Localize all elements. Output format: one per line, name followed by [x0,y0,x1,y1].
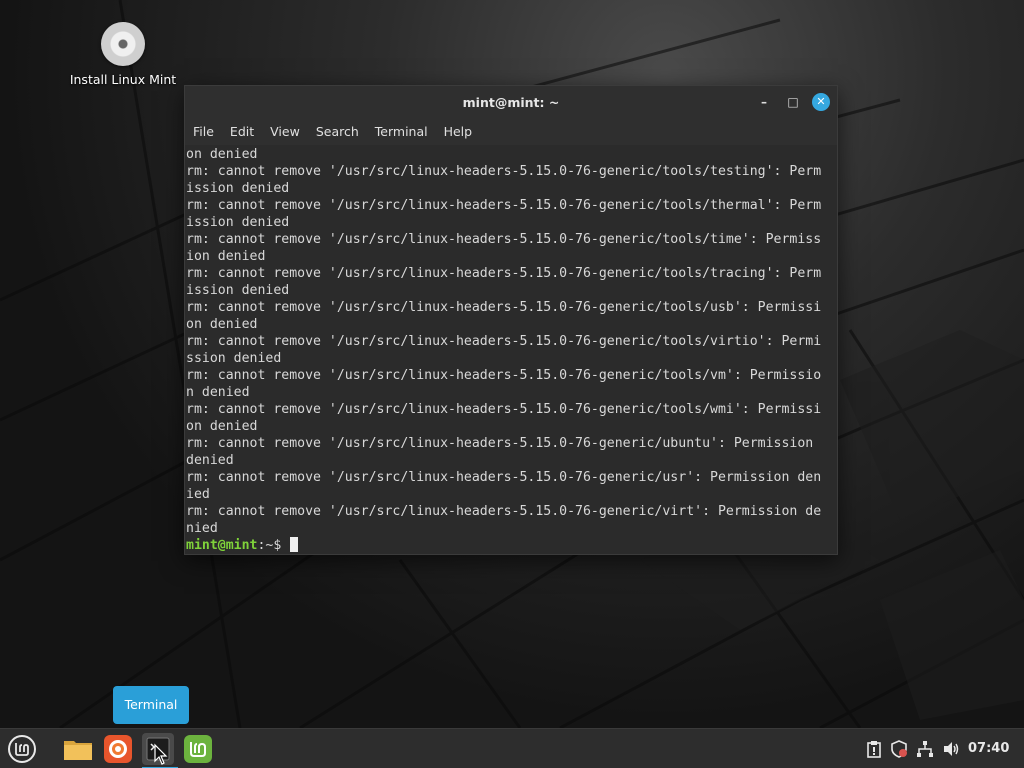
terminal-output[interactable]: on denied rm: cannot remove '/usr/src/lin… [185,145,837,554]
output-line: n denied [186,385,250,400]
desktop-icon-install-linux-mint[interactable]: Install Linux Mint [62,22,184,87]
output-line: rm: cannot remove '/usr/src/linux-header… [186,368,822,383]
output-line: rm: cannot remove '/usr/src/linux-header… [186,232,822,247]
output-line: ion denied [186,249,266,264]
menubar: File Edit View Search Terminal Help [185,118,837,145]
network-icon[interactable] [916,740,934,758]
files-launcher[interactable] [62,733,94,765]
output-line: ission denied [186,283,290,298]
output-line: on denied [186,317,258,332]
firefox-launcher[interactable] [102,733,134,765]
clock[interactable]: 07:40 [968,729,1009,768]
prompt-line[interactable]: mint@mint:~$ [186,537,837,554]
close-button[interactable]: ✕ [812,93,830,111]
terminal-icon [146,737,170,765]
output-line: rm: cannot remove '/usr/src/linux-header… [186,470,822,485]
output-line: rm: cannot remove '/usr/src/linux-header… [186,504,822,519]
clipboard-icon[interactable] [865,740,883,758]
menu-view[interactable]: View [270,124,300,139]
output-line: nied [186,521,218,536]
output-line: rm: cannot remove '/usr/src/linux-header… [186,198,822,213]
desktop-icon-label: Install Linux Mint [69,72,177,87]
window-title: mint@mint: ~ [462,95,560,110]
output-line: denied [186,453,234,468]
terminal-text: on denied rm: cannot remove '/usr/src/lin… [185,145,837,554]
output-line: ied [186,487,210,502]
output-line: rm: cannot remove '/usr/src/linux-header… [186,402,822,417]
shield-icon[interactable] [890,740,908,758]
volume-icon[interactable] [942,740,960,758]
window-titlebar[interactable]: mint@mint: ~ – □ ✕ [185,86,837,118]
terminal-launcher[interactable] [142,733,178,768]
prompt-symbol: $ [273,538,290,553]
output-line: rm: cannot remove '/usr/src/linux-header… [186,300,822,315]
output-line: rm: cannot remove '/usr/src/linux-header… [186,164,822,179]
text-cursor [290,537,299,552]
cd-disc-icon [101,22,145,66]
output-line: on denied [186,419,258,434]
firefox-icon [104,735,132,763]
output-line: ssion denied [186,351,282,366]
terminal-tooltip: Terminal [113,686,189,724]
menu-edit[interactable]: Edit [230,124,254,139]
menu-help[interactable]: Help [444,124,473,139]
output-line: rm: cannot remove '/usr/src/linux-header… [186,266,822,281]
terminal-window[interactable]: mint@mint: ~ – □ ✕ File Edit View Search… [184,85,838,555]
maximize-button[interactable]: □ [784,93,802,111]
mintinstall-launcher[interactable] [182,733,214,765]
prompt-user-host: mint@mint [186,538,258,553]
menu-file[interactable]: File [193,124,214,139]
output-line: rm: cannot remove '/usr/src/linux-header… [186,334,822,349]
taskbar-panel: 07:40 [0,728,1024,768]
menu-terminal[interactable]: Terminal [375,124,428,139]
folder-icon [64,741,92,760]
mint-menu-icon [8,735,36,763]
output-line: rm: cannot remove '/usr/src/linux-header… [186,436,822,451]
mint-menu-button[interactable] [6,733,38,765]
output-line: on denied [186,147,258,162]
desktop-background: Install Linux Mint mint@mint: ~ – □ ✕ Fi… [0,0,1024,728]
minimize-button[interactable]: – [755,93,773,111]
mint-logo-icon [184,735,212,763]
output-line: ission denied [186,215,290,230]
menu-search[interactable]: Search [316,124,359,139]
output-line: ission denied [186,181,290,196]
